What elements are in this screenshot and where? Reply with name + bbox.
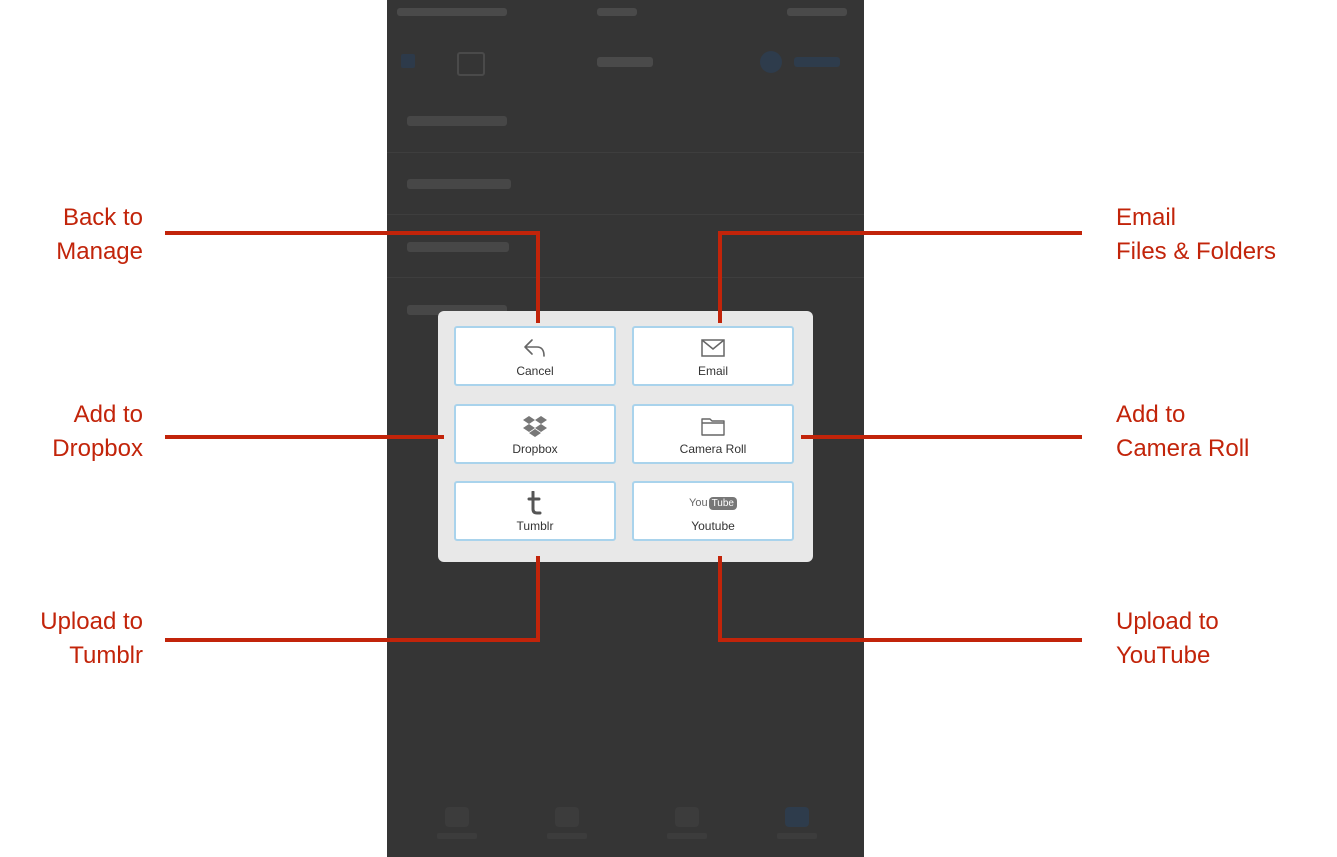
- camera-roll-label: Camera Roll: [679, 442, 747, 456]
- email-label: Email: [697, 364, 728, 378]
- share-panel: Cancel Email Dropbox Camera Roll Tumblr …: [438, 311, 813, 562]
- tab-bar-item[interactable]: [537, 807, 597, 847]
- tab-bar-item[interactable]: [657, 807, 717, 847]
- tumblr-icon: [456, 491, 614, 515]
- youtube-logo-icon: You Tube: [634, 491, 792, 515]
- callout-upload-to-youtube: Upload to YouTube: [1116, 608, 1219, 669]
- tab-bar-item[interactable]: [767, 807, 827, 847]
- callout-upload-to-tumblr: Upload to Tumblr: [40, 608, 143, 669]
- tumblr-label: Tumblr: [516, 519, 554, 533]
- dropbox-icon: [456, 414, 614, 438]
- camera-roll-button[interactable]: Camera Roll: [632, 404, 794, 464]
- nav-bar: [387, 40, 864, 80]
- callout-line: [801, 435, 1082, 439]
- callout-line: [165, 435, 444, 439]
- callout-line: [718, 638, 1082, 642]
- list-item[interactable]: [407, 179, 511, 189]
- tumblr-button[interactable]: Tumblr: [454, 481, 616, 541]
- callout-line: [165, 638, 540, 642]
- callout-add-to-dropbox: Add to Dropbox: [52, 401, 143, 462]
- callout-email-files-folders: Email Files & Folders: [1116, 204, 1277, 265]
- tab-bar-item[interactable]: [427, 807, 487, 847]
- folder-icon: [634, 414, 792, 438]
- cancel-label: Cancel: [516, 364, 554, 378]
- email-button[interactable]: Email: [632, 326, 794, 386]
- reply-arrow-icon: [456, 336, 614, 360]
- envelope-icon: [634, 336, 792, 360]
- status-bar: [387, 0, 864, 26]
- dropbox-label: Dropbox: [512, 442, 558, 456]
- callout-line: [718, 231, 722, 323]
- callout-line: [165, 231, 540, 235]
- youtube-label: Youtube: [691, 519, 735, 533]
- list-item[interactable]: [407, 116, 507, 126]
- nav-title: [597, 57, 653, 67]
- back-icon[interactable]: [401, 54, 415, 68]
- callout-line: [536, 231, 540, 323]
- folder-icon[interactable]: [457, 52, 485, 76]
- callout-line: [718, 556, 722, 642]
- youtube-button[interactable]: You Tube Youtube: [632, 481, 794, 541]
- callout-add-to-camera-roll: Add to Camera Roll: [1116, 401, 1250, 462]
- callout-line: [536, 556, 540, 642]
- cancel-button[interactable]: Cancel: [454, 326, 616, 386]
- callout-back-to-manage: Back to Manage: [56, 204, 143, 265]
- callout-line: [718, 231, 1082, 235]
- share-button[interactable]: [760, 51, 850, 73]
- dropbox-button[interactable]: Dropbox: [454, 404, 616, 464]
- list-item[interactable]: [407, 242, 509, 252]
